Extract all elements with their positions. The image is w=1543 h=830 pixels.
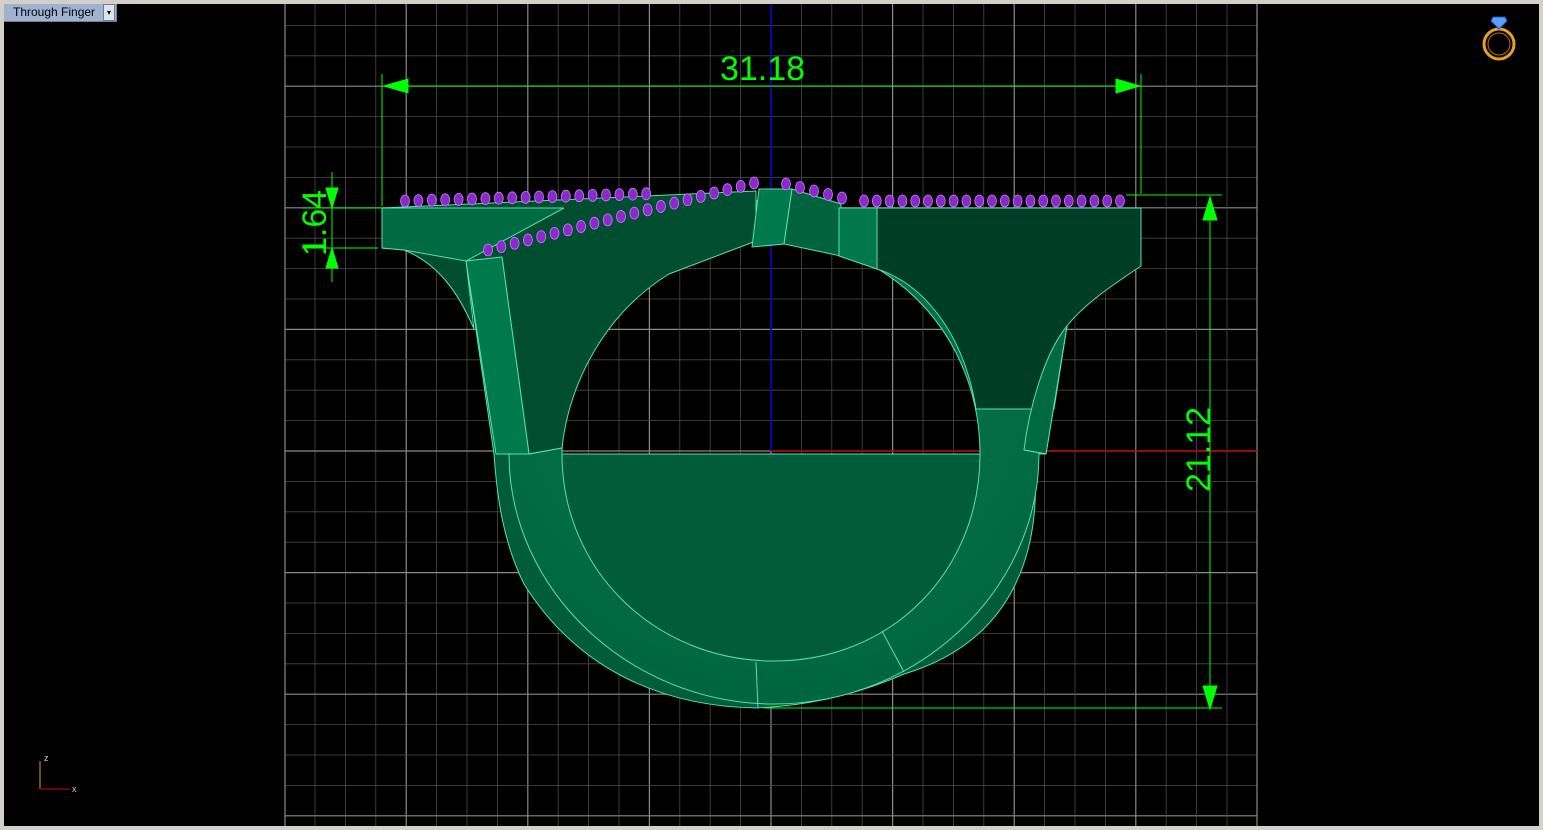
width-dimension-label: 31.18: [720, 50, 805, 88]
gem-stone: [1012, 194, 1023, 208]
gem-stone: [884, 194, 895, 208]
gem-stone: [523, 233, 533, 247]
ring-icon[interactable]: [1482, 16, 1516, 61]
gem-stone: [910, 194, 921, 208]
axis-triad: z x: [39, 753, 77, 794]
gem-stone: [627, 187, 638, 201]
gem-stone: [496, 240, 507, 254]
height-dimension-label: 21.12: [1180, 407, 1218, 492]
gem-stone: [453, 192, 464, 206]
gem-stone: [987, 194, 997, 208]
gem-stone: [1102, 194, 1113, 208]
gem-stone: [562, 223, 573, 237]
gem-stone: [1115, 194, 1125, 208]
gem-stone: [616, 210, 626, 223]
gem-stone: [440, 193, 451, 207]
gem-stone: [483, 243, 493, 257]
gem-stone: [1038, 194, 1049, 208]
gem-stone: [1063, 194, 1074, 208]
gem-stone: [509, 236, 520, 250]
gem-stone: [576, 220, 586, 233]
gem-stone: [897, 194, 908, 208]
gem-stone: [871, 194, 882, 208]
gem-stone: [735, 179, 746, 193]
center-block-right: [783, 188, 842, 257]
height-arrow-bottom: [1202, 685, 1218, 711]
through-finger-viewport[interactable]: 31.18 21.12 1.64 z x Through Finger ▾: [4, 4, 1539, 826]
gem-stone: [682, 193, 693, 207]
gem-stone: [520, 190, 531, 204]
gem-stone: [837, 191, 847, 205]
gem-stone: [795, 181, 805, 194]
gem-stone: [823, 188, 833, 201]
gem-stone: [974, 194, 985, 208]
gem-stone: [547, 190, 558, 204]
gem-stone: [534, 190, 544, 204]
gem-stone: [781, 177, 791, 191]
gem-stone: [669, 196, 680, 210]
viewport-title-tab[interactable]: Through Finger ▾: [4, 4, 118, 22]
gem-stone: [656, 200, 666, 213]
viewport-canvas[interactable]: 31.18 21.12 1.64 z x: [4, 4, 1539, 826]
gem-stone: [948, 194, 959, 208]
gem-stone: [1076, 194, 1087, 208]
gem-stone: [642, 203, 653, 217]
ring-model[interactable]: [381, 176, 1142, 709]
gem-stone: [722, 183, 733, 197]
viewport-menu-dropdown-icon[interactable]: ▾: [103, 4, 116, 21]
width-arrow-left: [382, 78, 409, 94]
gem-stone: [400, 194, 410, 208]
gem-stone: [536, 230, 547, 244]
gem-stone: [695, 189, 706, 203]
thickness-dimension-label: 1.64: [296, 190, 334, 256]
gem-stone: [1025, 194, 1036, 208]
gem-stone: [467, 192, 477, 206]
gem-stone: [507, 191, 518, 205]
gem-stone: [493, 191, 504, 205]
gem-stone: [961, 194, 972, 208]
gem-stone: [1051, 194, 1061, 208]
right-gallery-block: [838, 207, 878, 270]
gem-stone: [809, 184, 819, 198]
gem-stone: [426, 193, 437, 207]
height-arrow-top: [1202, 195, 1218, 221]
right-shoulder: [876, 207, 1142, 410]
gem-stone: [589, 216, 600, 230]
gem-stone: [549, 226, 560, 240]
gem-stone: [1089, 194, 1100, 208]
gem-stone: [574, 189, 585, 203]
width-dimension[interactable]: [381, 74, 1142, 206]
gem-stone: [923, 194, 933, 208]
gem-stone: [480, 192, 491, 206]
gem-stone: [629, 206, 640, 220]
gem-stone: [749, 176, 759, 190]
gem-stone: [999, 194, 1010, 208]
gem-stone: [587, 188, 598, 202]
gem-stone: [859, 194, 869, 208]
gem-stone: [641, 187, 652, 201]
gem-stone: [709, 186, 719, 200]
gem-stone: [560, 189, 571, 203]
gem-stone: [413, 194, 424, 208]
axis-z-label: z: [44, 753, 49, 763]
diamond-icon: [1490, 16, 1508, 30]
viewport-title[interactable]: Through Finger: [4, 4, 103, 21]
gem-stone: [614, 188, 625, 202]
gem-stone: [601, 188, 611, 202]
gem-stone: [602, 213, 613, 227]
axis-x-label: x: [72, 784, 77, 794]
gem-stone: [935, 194, 946, 208]
